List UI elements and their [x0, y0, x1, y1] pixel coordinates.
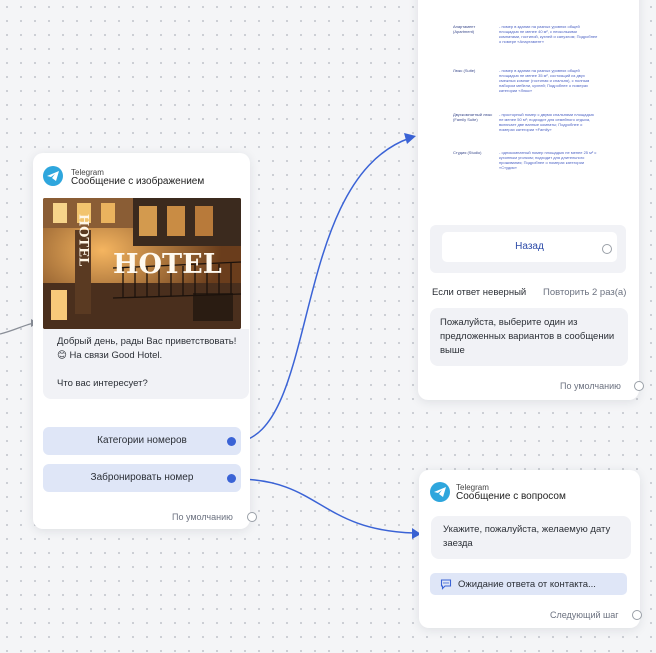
list-row-text: - номер в здании на разных уровнях общей… — [499, 68, 590, 93]
default-exit-port[interactable] — [247, 512, 257, 522]
image-message-card[interactable]: Telegram Сообщение с изображением HOTEL … — [33, 153, 257, 529]
back-button-wrap: Назад — [430, 225, 626, 273]
wrong-answer-label: Если ответ неверный — [432, 287, 527, 298]
retry-count[interactable]: Повторить 2 раз(а) — [543, 287, 626, 298]
hotel-image: HOTEL HOTEL — [43, 198, 241, 329]
list-row-name: Студия (Studio) — [453, 150, 482, 155]
incoming-connection — [0, 322, 36, 335]
waiting-status: Ожидание ответа от контакта... — [430, 573, 627, 595]
default-exit-label: По умолчанию — [172, 512, 233, 522]
back-button-label: Назад — [515, 241, 544, 252]
default-exit-port[interactable] — [634, 381, 644, 391]
booking-button-label: Забронировать номер — [90, 472, 194, 483]
categories-list: Апартамент (Apartment) - номер в здании … — [453, 18, 603, 178]
telegram-icon — [43, 166, 63, 186]
default-exit-label: По умолчанию — [560, 381, 621, 391]
list-row-name: Апартамент (Apartment) — [453, 24, 476, 34]
node-title: Сообщение с изображением — [71, 176, 205, 187]
node-title: Сообщение с вопросом — [456, 491, 566, 502]
booking-button[interactable]: Забронировать номер — [43, 464, 241, 492]
hotel-sign: HOTEL — [113, 249, 222, 280]
back-button[interactable]: Назад — [442, 232, 617, 262]
categories-list-card[interactable]: Апартамент (Apartment) - номер в здании … — [418, 0, 644, 400]
back-output-port[interactable] — [602, 244, 612, 254]
list-row-text: - просторный номер с двумя спальнями пло… — [499, 112, 594, 132]
list-row-name: Люкс (Suite) — [453, 68, 476, 73]
categories-button[interactable]: Категории номеров — [43, 427, 241, 455]
question-text-bubble: Укажите, пожалуйста, желаемую дату заезд… — [431, 516, 631, 559]
next-step-port[interactable] — [632, 610, 642, 620]
error-message-bubble: Пожалуйста, выберите один из предложенны… — [430, 308, 628, 366]
connection-categories-arrow — [404, 133, 416, 144]
image-message-text: Добрый день, рады Вас приветствовать! 😊 … — [43, 329, 249, 399]
list-row-name: Двухкомнатный люкс (Family Suite) — [453, 112, 493, 122]
next-step-label: Следующий шаг — [550, 610, 619, 620]
waiting-label: Ожидание ответа от контакта... — [458, 579, 596, 590]
categories-button-label: Категории номеров — [97, 435, 187, 446]
categories-output-port[interactable] — [227, 437, 236, 446]
connection-booking — [237, 478, 415, 534]
booking-output-port[interactable] — [227, 474, 236, 483]
hotel-vertical-sign: HOTEL — [76, 214, 91, 266]
telegram-icon — [430, 482, 450, 502]
list-row-text: - номер в здании на разных уровнях общей… — [499, 24, 598, 44]
question-message-card[interactable]: Telegram Сообщение с вопросом Укажите, п… — [419, 470, 642, 628]
chat-icon — [440, 579, 452, 590]
list-row-text: - однокомнатный номер площадью не менее … — [499, 150, 597, 170]
connection-categories — [237, 137, 411, 443]
